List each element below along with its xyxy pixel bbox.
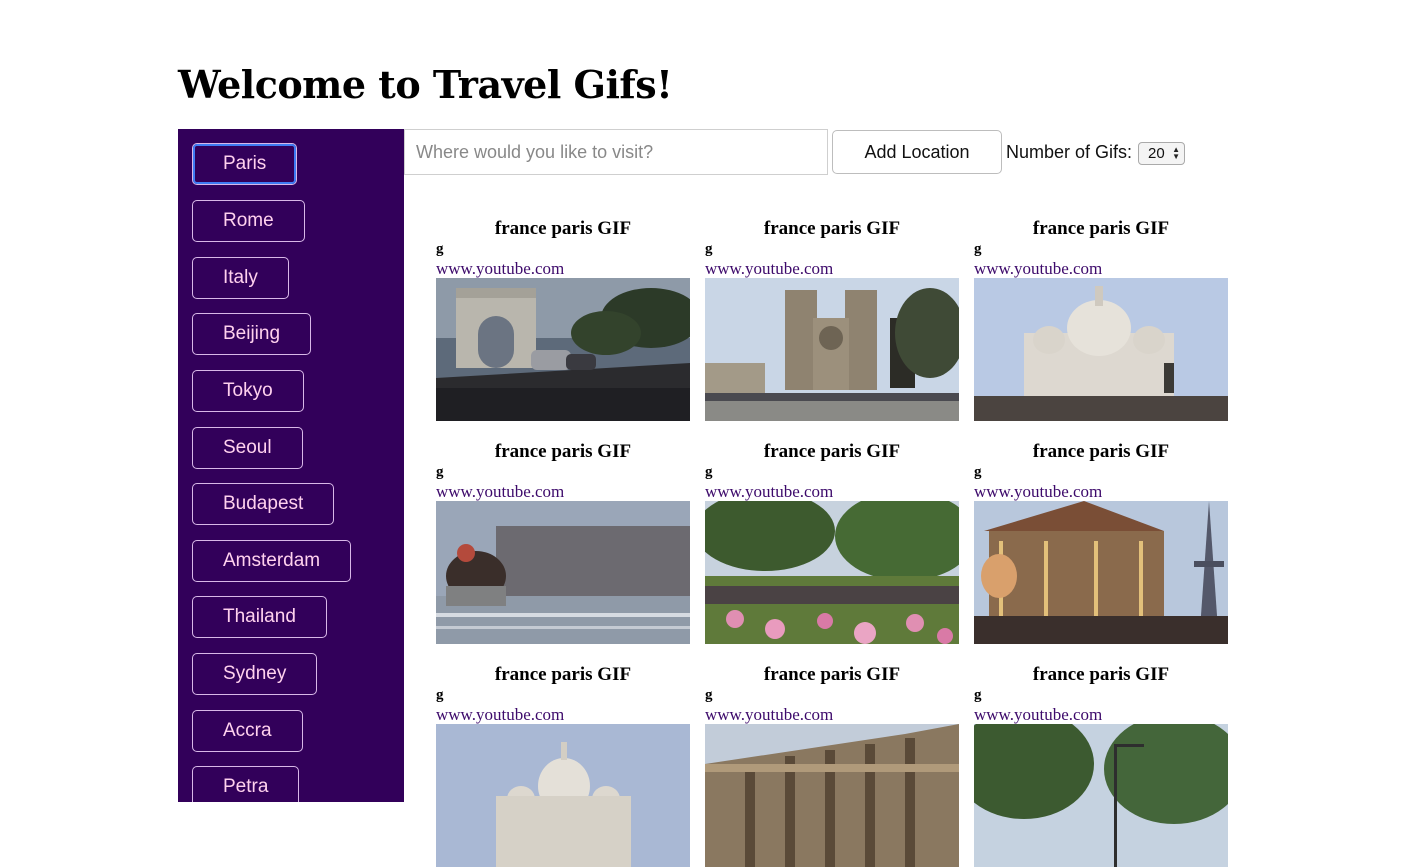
gif-image-sacre-coeur-dome[interactable]	[436, 724, 690, 867]
gif-image-opera-house[interactable]	[705, 724, 959, 867]
location-button-rome[interactable]: Rome	[192, 200, 305, 242]
gif-image-carousel-eiffel[interactable]	[974, 501, 1228, 644]
gif-source-link[interactable]: www.youtube.com	[974, 705, 1228, 724]
gif-title: france paris GIF	[1032, 218, 1170, 239]
gif-rating: g	[436, 464, 444, 480]
location-button-seoul[interactable]: Seoul	[192, 427, 303, 469]
gif-source-link[interactable]: www.youtube.com	[705, 482, 959, 501]
gif-image-tree-avenue[interactable]	[974, 724, 1228, 867]
gif-card: france paris GIF g www.youtube.com	[705, 218, 959, 421]
gif-source-link[interactable]: www.youtube.com	[436, 482, 690, 501]
gif-title: france paris GIF	[494, 441, 632, 462]
gif-source-link[interactable]: www.youtube.com	[705, 259, 959, 278]
gif-source-link[interactable]: www.youtube.com	[705, 705, 959, 724]
location-button-petra[interactable]: Petra	[192, 766, 300, 802]
location-sidebar: Paris Rome Italy Beijing Tokyo Seoul Bud…	[178, 129, 404, 802]
gif-card: france paris GIF g www.youtube.com	[436, 441, 690, 644]
location-button-budapest[interactable]: Budapest	[192, 483, 335, 525]
gif-card: france paris GIF g www.youtube.com	[974, 441, 1228, 644]
gif-count-value: 20	[1148, 145, 1165, 162]
gif-source-link[interactable]: www.youtube.com	[974, 259, 1228, 278]
gif-card: france paris GIF g www.youtube.com	[436, 664, 690, 867]
gif-rating: g	[705, 464, 713, 480]
gif-card: france paris GIF g www.youtube.com	[974, 664, 1228, 867]
location-button-accra[interactable]: Accra	[192, 710, 303, 752]
location-button-paris[interactable]: Paris	[192, 143, 298, 185]
location-button-tokyo[interactable]: Tokyo	[192, 370, 304, 412]
gif-image-arc-de-triomphe[interactable]	[436, 278, 690, 421]
location-search-input[interactable]	[404, 129, 828, 175]
location-button-italy[interactable]: Italy	[192, 257, 289, 299]
gif-source-link[interactable]: www.youtube.com	[436, 705, 690, 724]
page-title: Welcome to Travel Gifs!	[178, 62, 673, 107]
gif-image-sacre-coeur[interactable]	[974, 278, 1228, 421]
gif-rating: g	[974, 687, 982, 703]
gif-title: france paris GIF	[1032, 664, 1170, 685]
select-arrows-icon: ▲ ▼	[1172, 145, 1180, 161]
gif-image-park-flowers[interactable]	[705, 501, 959, 644]
gif-card: france paris GIF g www.youtube.com	[705, 664, 959, 867]
gif-source-link[interactable]: www.youtube.com	[436, 259, 690, 278]
gif-rating: g	[705, 241, 713, 257]
add-location-button[interactable]: Add Location	[832, 130, 1002, 174]
gif-image-notre-dame[interactable]	[705, 278, 959, 421]
gif-title: france paris GIF	[763, 441, 901, 462]
gif-rating: g	[974, 464, 982, 480]
gif-title: france paris GIF	[494, 664, 632, 685]
location-button-thailand[interactable]: Thailand	[192, 596, 327, 638]
gif-title: france paris GIF	[763, 218, 901, 239]
gif-card: france paris GIF g www.youtube.com	[705, 441, 959, 644]
gif-card: france paris GIF g www.youtube.com	[436, 218, 690, 421]
gif-rating: g	[705, 687, 713, 703]
gif-card: france paris GIF g www.youtube.com	[974, 218, 1228, 421]
location-button-beijing[interactable]: Beijing	[192, 313, 312, 355]
gif-rating: g	[436, 241, 444, 257]
gif-count-select[interactable]: 20 ▲ ▼	[1138, 142, 1185, 165]
gif-title: france paris GIF	[1032, 441, 1170, 462]
gif-title: france paris GIF	[494, 218, 632, 239]
location-button-amsterdam[interactable]: Amsterdam	[192, 540, 352, 582]
location-button-sydney[interactable]: Sydney	[192, 653, 318, 695]
gif-source-link[interactable]: www.youtube.com	[974, 482, 1228, 501]
gif-rating: g	[436, 687, 444, 703]
gif-title: france paris GIF	[763, 664, 901, 685]
gif-image-river-seine[interactable]	[436, 501, 690, 644]
gif-rating: g	[974, 241, 982, 257]
gif-count-label: Number of Gifs:	[1006, 142, 1133, 162]
